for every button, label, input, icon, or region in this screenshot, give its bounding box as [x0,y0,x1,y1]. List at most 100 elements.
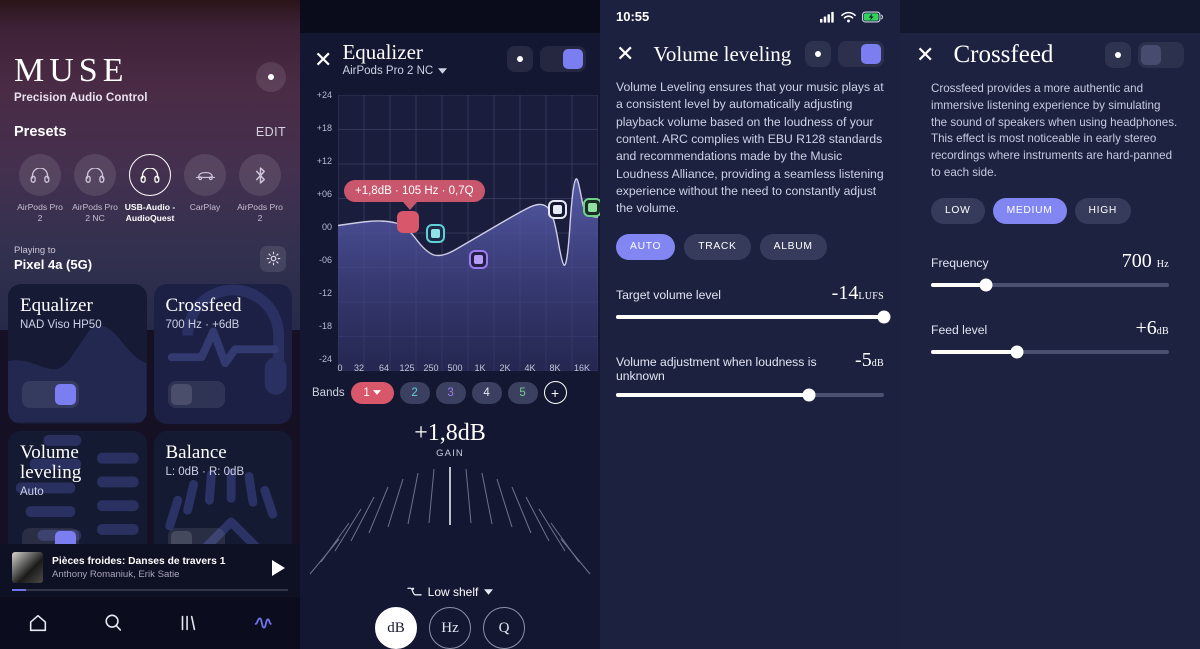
unknown-loudness-slider[interactable] [616,388,884,402]
eq-band-handle-5[interactable] [583,198,600,218]
eq-band-handle-2[interactable] [426,224,445,244]
level-high[interactable]: HIGH [1074,197,1132,224]
play-button[interactable] [270,559,288,577]
eq-filter-type-selector[interactable]: Low shelf [300,585,600,599]
card-toggle-equalizer[interactable] [22,381,79,409]
vl-ab-button[interactable] [805,41,831,67]
preset-item-carplay[interactable]: CarPlay [179,154,231,223]
slider-knob[interactable] [979,278,993,292]
slider-unit: LUFS [858,290,884,302]
card-equalizer[interactable]: Equalizer NAD Viso HP50 [8,284,147,425]
y-tick: +12 [316,156,332,167]
x-tick: 16K [573,363,591,374]
eq-ab-button[interactable] [507,46,533,72]
level-medium[interactable]: MEDIUM [992,197,1067,224]
status-time: 10:55 [616,9,650,24]
slider-knob[interactable] [877,310,891,324]
eq-unit-q[interactable]: Q [483,607,525,649]
cf-status-strip [900,0,1200,33]
vl-toggle-group [805,41,884,67]
playing-to-device: Pixel 4a (5G) [14,257,93,273]
volume-leveling-title: Volume leveling [653,41,792,66]
slider-value: 700 [1121,249,1152,272]
eq-band-2[interactable]: 2 [399,381,430,404]
slider-value: -14 [831,281,859,304]
eq-gain-value: +1,8dB [414,420,486,447]
card-title: Crossfeed [165,295,242,317]
eq-band-handle-4[interactable] [548,200,567,220]
eq-band-5[interactable]: 5 [507,381,538,404]
mode-album[interactable]: ALBUM [759,233,827,260]
preset-icon-wrap [239,154,281,196]
eq-header: ✕ Equalizer AirPods Pro 2 NC [300,33,600,77]
preset-item-airpods-pro-2-bt[interactable]: AirPods Pro 2 [234,154,286,223]
now-playing-bar[interactable]: Pièces froides: Danses de travers 1 Anth… [0,544,300,597]
eq-device-selector[interactable]: AirPods Pro 2 NC [342,65,507,77]
tab-home[interactable] [27,612,49,634]
slider-knob[interactable] [802,388,816,402]
feature-card-grid: Equalizer NAD Viso HP50 Crossfeed 700 Hz… [0,284,300,572]
tab-audio[interactable] [252,612,274,634]
eq-band-1[interactable]: 1 [350,381,394,404]
eq-band-4[interactable]: 4 [471,381,502,404]
bluetooth-icon [255,166,265,184]
vl-power-switch[interactable] [838,41,884,67]
close-icon[interactable]: ✕ [314,49,332,71]
eq-band-3[interactable]: 3 [435,381,466,404]
mode-track[interactable]: TRACK [684,233,751,260]
settings-button[interactable] [260,245,286,272]
eq-plot[interactable] [338,95,598,372]
slider-value: +6 [1135,316,1157,339]
mode-auto[interactable]: AUTO [616,233,676,260]
waveform-icon [254,617,272,629]
preset-label: AirPods Pro 2 NC [72,202,118,223]
target-volume-slider[interactable] [616,310,891,324]
eq-gain-dial[interactable] [300,463,600,583]
x-tick: 250 [423,363,439,374]
eq-unit-hz[interactable]: Hz [429,607,471,649]
eq-band-tooltip: +1,8dB · 105 Hz · 0,7Q [344,180,485,203]
status-icons [820,11,884,23]
card-title: Equalizer [20,295,93,317]
slider-value: -5 [855,348,872,371]
eq-status-strip [300,0,600,33]
dial-ticks [309,467,591,575]
volume-leveling-mode-group: AUTO TRACK ALBUM [600,218,900,260]
slider-unit: dB [871,357,884,369]
preset-item-airpods-pro-2[interactable]: AirPods Pro 2 [14,154,66,223]
x-tick: 2K [499,363,511,374]
cf-ab-button[interactable] [1105,42,1131,68]
eq-band-handle-1[interactable] [397,211,419,234]
preset-item-airpods-pro-2-nc[interactable]: AirPods Pro 2 NC [69,154,121,223]
track-progress-bar[interactable] [12,589,288,591]
feed-level-slider[interactable] [931,345,1169,359]
cf-toggle-group [1105,42,1184,68]
band-number: 5 [519,386,526,399]
switch-knob [861,44,881,64]
card-toggle-crossfeed[interactable] [167,381,225,409]
band-number: 3 [447,386,454,399]
eq-power-switch[interactable] [540,46,586,72]
crossfeed-level-group: LOW MEDIUM HIGH [900,182,1200,224]
tab-search[interactable] [102,612,124,634]
edit-presets-button[interactable]: EDIT [256,125,286,139]
preset-icon-wrap [74,154,116,196]
eq-band-handle-3[interactable] [469,250,488,270]
close-icon[interactable]: ✕ [616,43,634,65]
tab-library[interactable] [177,612,199,634]
card-title: Volume leveling [20,442,82,484]
level-low[interactable]: LOW [931,197,985,224]
eq-chart[interactable]: +24 +18 +12 +06 00 -06 -12 -18 -24 +1,8d… [300,83,600,373]
preset-item-usb-audio-audioquest[interactable]: USB-Audio - AudioQuest [124,154,176,223]
frequency-slider[interactable] [931,278,1169,292]
slider-label: Frequency [931,255,989,270]
cf-power-switch[interactable] [1138,42,1184,68]
close-icon[interactable]: ✕ [916,44,934,66]
add-band-button[interactable]: + [543,381,567,405]
account-button[interactable] [256,62,286,92]
eq-unit-db[interactable]: dB [375,607,417,649]
track-progress-fill [12,589,26,591]
card-crossfeed[interactable]: Crossfeed 700 Hz · +6dB [153,284,292,425]
gear-icon [266,252,280,266]
slider-knob[interactable] [1010,345,1024,359]
